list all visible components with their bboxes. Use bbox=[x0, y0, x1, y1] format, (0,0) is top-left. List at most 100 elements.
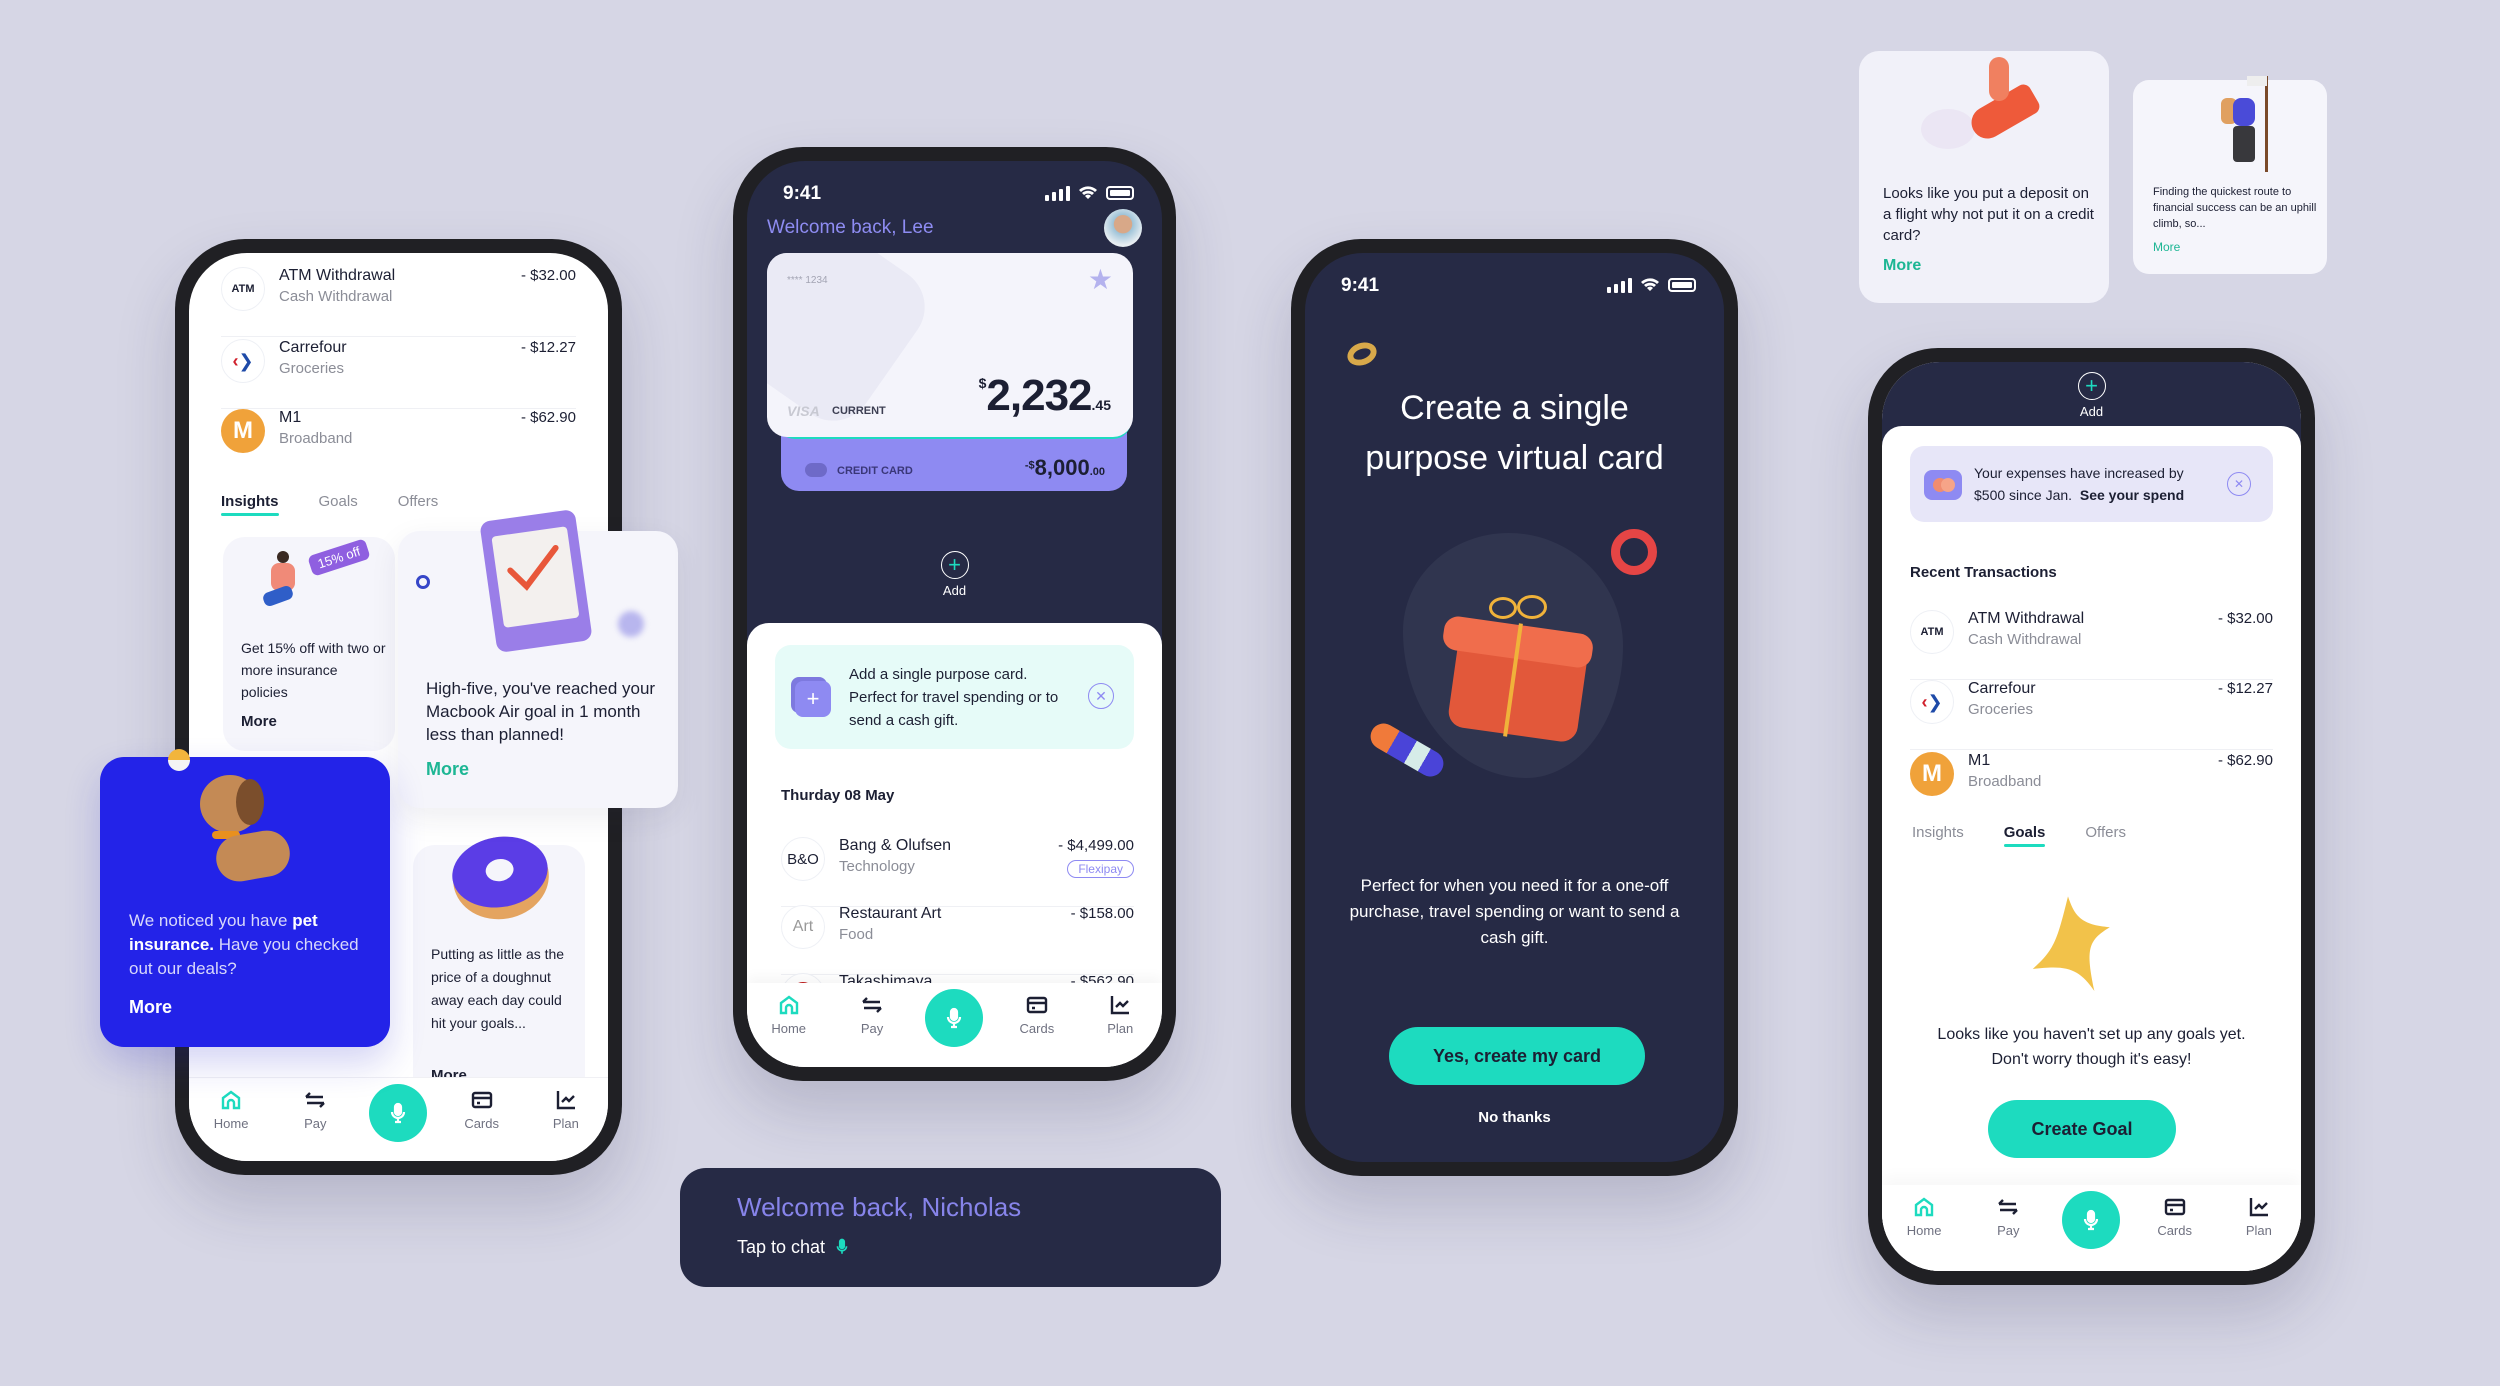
nav-pay[interactable]: Pay bbox=[285, 1088, 345, 1131]
transaction-row[interactable]: ATM ATM Withdrawal Cash Withdrawal - $32… bbox=[1910, 610, 2273, 680]
tap-to-chat[interactable]: Tap to chat bbox=[737, 1236, 851, 1258]
balance-cents: .00 bbox=[1089, 466, 1105, 478]
chart-icon bbox=[556, 1091, 575, 1110]
confetti-icon bbox=[416, 575, 430, 589]
transaction-row[interactable]: ‹ ❯ Carrefour Groceries - $12.27 bbox=[221, 339, 576, 409]
expenses-alert[interactable]: Your expenses have increased by $500 sin… bbox=[1910, 446, 2273, 522]
balance-whole: 8,000 bbox=[1034, 455, 1090, 480]
card-icon bbox=[2164, 1198, 2185, 1216]
status-icons bbox=[1045, 185, 1134, 201]
nav-cards[interactable]: Cards bbox=[452, 1088, 512, 1131]
avatar[interactable] bbox=[1104, 209, 1142, 247]
star-icon[interactable]: ★ bbox=[1088, 263, 1113, 296]
gold-ring-icon bbox=[1344, 338, 1380, 370]
flight-insight-card[interactable]: Looks like you put a deposit on a flight… bbox=[1859, 51, 2109, 303]
mountain-climber-illustration bbox=[2211, 76, 2281, 172]
transaction-row[interactable]: M M1 Broadband - $62.90 bbox=[221, 409, 576, 479]
nav-cards-label: Cards bbox=[1019, 1021, 1055, 1036]
tap-to-chat-label: Tap to chat bbox=[737, 1236, 826, 1257]
tab-goals[interactable]: Goals bbox=[319, 493, 358, 516]
transaction-category: Groceries bbox=[279, 360, 345, 377]
gift-box-illustration bbox=[1441, 595, 1595, 745]
nav-home[interactable]: Home bbox=[1894, 1195, 1954, 1238]
nav-cards[interactable]: Cards bbox=[1007, 993, 1067, 1036]
tab-offers[interactable]: Offers bbox=[398, 493, 439, 516]
wifi-icon bbox=[1079, 186, 1097, 199]
nav-home[interactable]: Home bbox=[201, 1088, 261, 1131]
transaction-row[interactable]: Art Restaurant Art Food - $158.00 bbox=[781, 905, 1134, 975]
climber-insight-text: Finding the quickest route to financial … bbox=[2153, 186, 2317, 230]
nav-pay[interactable]: Pay bbox=[1978, 1195, 2038, 1238]
voice-assistant-button[interactable] bbox=[925, 989, 984, 1047]
current-account-card[interactable]: **** 1234 ★ VISA CURRENT $2,232.45 bbox=[767, 253, 1133, 437]
climber-insight-card[interactable]: Finding the quickest route to financial … bbox=[2133, 76, 2327, 274]
chat-widget[interactable]: Welcome back, Nicholas Tap to chat bbox=[680, 1168, 1221, 1287]
transaction-row[interactable]: ‹ ❯ Carrefour Groceries - $12.27 bbox=[1910, 680, 2273, 750]
tab-offers[interactable]: Offers bbox=[2085, 824, 2126, 847]
create-goal-button[interactable]: Create Goal bbox=[1988, 1100, 2176, 1158]
no-goals-message: Looks like you haven't set up any goals … bbox=[1937, 1026, 2246, 1068]
tab-insights[interactable]: Insights bbox=[221, 493, 279, 516]
no-thanks-button[interactable]: No thanks bbox=[1305, 1109, 1724, 1126]
tab-goals[interactable]: Goals bbox=[2003, 824, 2045, 847]
insights-tabs: Insights Goals Offers bbox=[221, 493, 438, 516]
status-icons bbox=[1607, 277, 1696, 293]
mastercard-icon bbox=[805, 463, 827, 477]
microphone-icon bbox=[836, 1238, 848, 1254]
phone-wallet-screen: 9:41 Welcome back, Lee CREDIT CARD -$8,0… bbox=[747, 161, 1162, 1067]
see-your-spend-link[interactable]: See your spend bbox=[2080, 487, 2184, 503]
transaction-row[interactable]: M M1 Broadband - $62.90 bbox=[1910, 752, 2273, 822]
nav-plan[interactable]: Plan bbox=[2229, 1195, 2289, 1238]
nav-home[interactable]: Home bbox=[759, 993, 819, 1036]
transaction-row[interactable]: B&O Bang & Olufsen Technology - $4,499.0… bbox=[781, 837, 1134, 907]
current-balance: $2,232.45 bbox=[979, 371, 1111, 421]
nav-pay[interactable]: Pay bbox=[842, 993, 902, 1036]
goals-tabs: Insights Goals Offers bbox=[1912, 824, 2126, 847]
insurance-more-link[interactable]: More bbox=[241, 713, 277, 730]
status-time: 9:41 bbox=[783, 183, 822, 204]
virtual-card-description: Perfect for when you need it for a one-o… bbox=[1349, 876, 1680, 947]
microphone-icon bbox=[391, 1102, 406, 1124]
nav-cards[interactable]: Cards bbox=[2145, 1195, 2205, 1238]
card-icon bbox=[471, 1091, 492, 1109]
insurance-offer-card[interactable]: 15% off Get 15% off with two or more ins… bbox=[223, 537, 395, 751]
discount-badge: 15% off bbox=[307, 538, 371, 577]
voice-assistant-button[interactable] bbox=[369, 1084, 428, 1142]
nav-plan[interactable]: Plan bbox=[1090, 993, 1150, 1036]
dismiss-promo-button[interactable]: ✕ bbox=[1088, 683, 1114, 709]
dismiss-alert-button[interactable]: ✕ bbox=[2227, 472, 2251, 496]
balance-whole: 2,232 bbox=[986, 371, 1092, 420]
chart-icon bbox=[2249, 1198, 2268, 1217]
phone-goals: + Add Your expenses have increased by $5… bbox=[1868, 348, 2315, 1285]
doughnut-savings-card[interactable]: Putting as little as the price of a doug… bbox=[413, 829, 585, 1103]
add-card-button[interactable]: + Add bbox=[747, 551, 1162, 598]
flight-more-link[interactable]: More bbox=[1883, 257, 1921, 275]
macbook-goal-card[interactable]: High-five, you've reached your Macbook A… bbox=[398, 508, 678, 808]
transaction-name: ATM Withdrawal bbox=[279, 267, 396, 284]
doughnut-illustration bbox=[446, 829, 556, 927]
nav-cards-label: Cards bbox=[2157, 1223, 2192, 1238]
voice-assistant-button[interactable] bbox=[2062, 1191, 2121, 1249]
divider bbox=[1910, 749, 2273, 750]
macbook-goal-text: High-five, you've reached your Macbook A… bbox=[426, 679, 656, 744]
transaction-amount: - $158.00 bbox=[1070, 905, 1134, 922]
bottom-nav: Home Pay Cards Plan bbox=[189, 1077, 608, 1161]
red-spiral-icon bbox=[1611, 529, 1657, 575]
transaction-category: Cash Withdrawal bbox=[1968, 631, 2082, 648]
recent-transactions-heading: Recent Transactions bbox=[1910, 564, 2057, 581]
transaction-category: Broadband bbox=[279, 430, 353, 447]
pet-insurance-card[interactable]: We noticed you have pet insurance. Have … bbox=[100, 749, 390, 1047]
transaction-amount: - $32.00 bbox=[2217, 610, 2273, 627]
single-purpose-card-promo[interactable]: + Add a single purpose card. Perfect for… bbox=[775, 645, 1134, 749]
climber-more-link[interactable]: More bbox=[2153, 240, 2180, 254]
add-card-button[interactable]: + Add bbox=[1882, 372, 2301, 419]
nav-plan[interactable]: Plan bbox=[536, 1088, 596, 1131]
transaction-row[interactable]: ATM ATM Withdrawal Cash Withdrawal - $32… bbox=[221, 267, 576, 337]
macbook-more-link[interactable]: More bbox=[426, 759, 469, 780]
create-card-button[interactable]: Yes, create my card bbox=[1389, 1027, 1645, 1085]
pet-more-link[interactable]: More bbox=[129, 997, 172, 1018]
credit-card-label: CREDIT CARD bbox=[837, 465, 913, 477]
microphone-icon bbox=[947, 1007, 962, 1029]
divider bbox=[221, 336, 576, 337]
tab-insights[interactable]: Insights bbox=[1912, 824, 1964, 847]
